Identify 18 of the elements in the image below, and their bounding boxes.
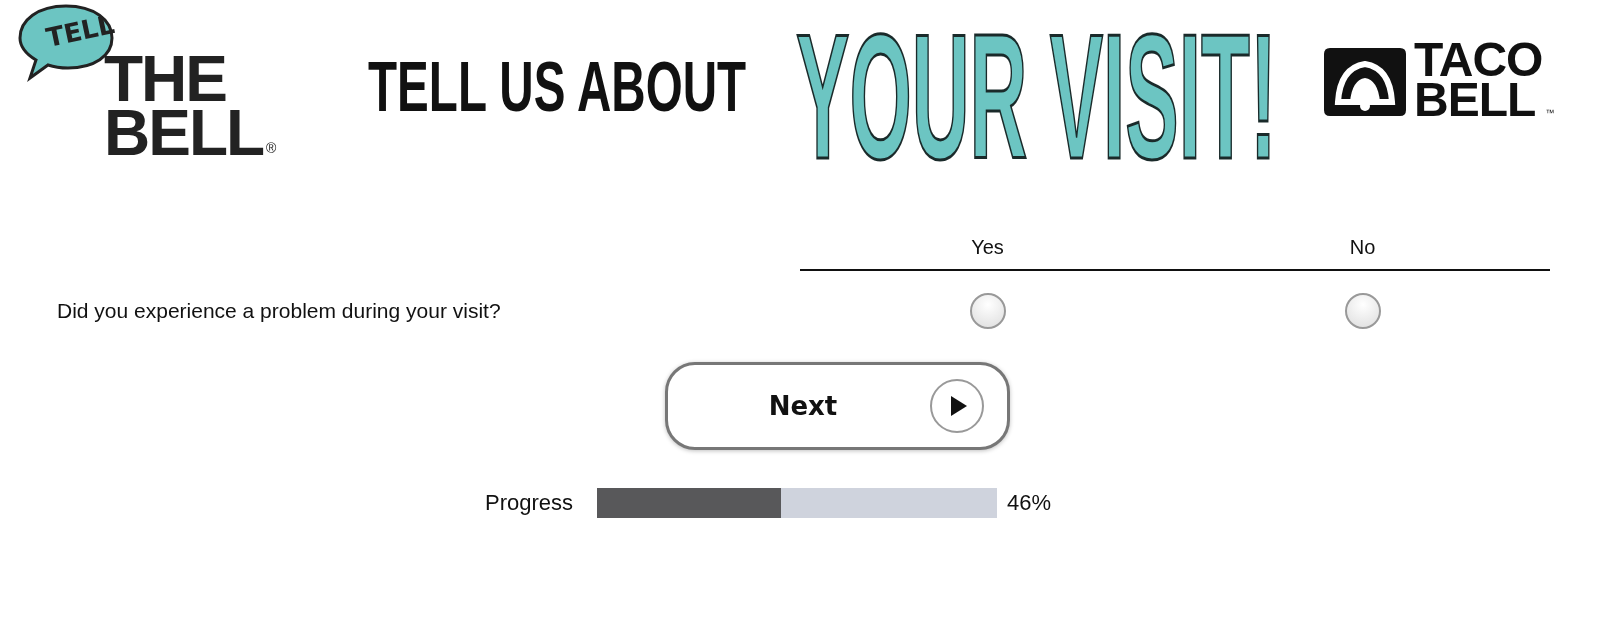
column-header: Yes bbox=[971, 236, 1004, 260]
column-header: No bbox=[1349, 236, 1376, 260]
logo-text: TELL bbox=[43, 9, 117, 53]
headline: TELL US ABOUT bbox=[368, 52, 747, 122]
progress-label: Progress bbox=[485, 490, 575, 516]
logo-text: BELL bbox=[104, 106, 264, 160]
question-text: Did you experience a problem during your visit? bbox=[57, 299, 501, 323]
progress-percentage: 46% bbox=[1007, 490, 1052, 516]
play-icon bbox=[929, 378, 985, 434]
headline-big: YOUR VISIT! bbox=[796, 8, 1277, 186]
logo-text: THE bbox=[104, 52, 226, 106]
registered-mark: ® bbox=[266, 140, 277, 156]
radio-button[interactable] bbox=[969, 293, 1006, 329]
logo-text: BELL bbox=[1414, 80, 1536, 120]
logo-text: TACO bbox=[1414, 40, 1543, 80]
trademark-mark: ™ bbox=[1545, 108, 1555, 118]
radio-button[interactable] bbox=[1344, 293, 1381, 329]
next-button[interactable]: Next bbox=[665, 362, 1010, 450]
